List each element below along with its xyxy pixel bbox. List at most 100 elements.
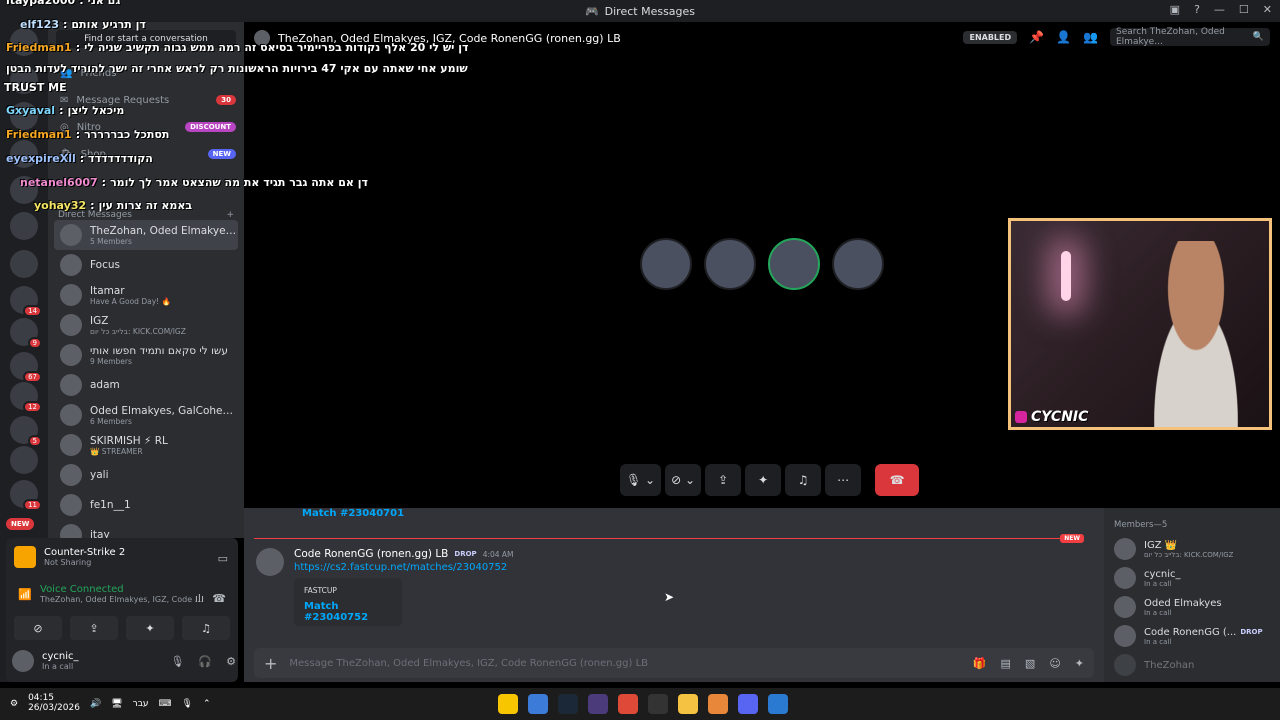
server-icon[interactable] [10,66,38,94]
create-dm-icon[interactable]: + [226,210,234,220]
settings-icon[interactable]: ⚙ [10,699,18,709]
camera-button[interactable]: ⊘ ⌄ [665,464,702,496]
discord-icon[interactable] [738,694,758,714]
pin-icon[interactable]: 📌 [1029,30,1044,44]
activities-button[interactable]: ✦ [745,464,782,496]
member-item[interactable]: Oded Elmakyes In a call [1114,596,1274,618]
server-icon[interactable]: 5 [10,416,42,447]
server-icon[interactable]: 12 [10,382,42,413]
nav-item-shop[interactable]: 🛍 Shop NEW [56,143,236,165]
minimize-button[interactable]: — [1214,3,1225,16]
notepad-icon[interactable] [528,694,548,714]
dm-item[interactable]: Itamar Have A Good Day! 🔥 [54,280,238,310]
server-icon[interactable] [10,250,38,278]
find-conversation-input[interactable]: Find or start a conversation [56,30,236,48]
avatar[interactable] [256,548,284,576]
gif-icon[interactable]: ▤ [1001,657,1011,670]
screen-share-button[interactable]: ⇪ [70,616,118,640]
server-icon[interactable] [10,102,38,130]
user-info[interactable]: cycnic_ In a call 🎙 🎧 ⚙ [12,650,236,672]
members-icon[interactable]: 👥 [1083,30,1098,44]
windows-icon[interactable] [768,694,788,714]
member-item[interactable]: cycnic_ In a call [1114,567,1274,589]
participant-avatar[interactable] [768,238,820,290]
server-icon[interactable] [10,212,38,240]
language-indicator[interactable]: עבר [133,699,149,709]
app-icon[interactable] [588,694,608,714]
participant-avatar[interactable] [832,238,884,290]
soundboard-button[interactable]: ♫ [785,464,822,496]
help-icon[interactable]: ? [1194,3,1200,16]
keyboard-icon[interactable]: ⌨ [159,699,172,709]
server-icon[interactable] [10,28,38,56]
participant-avatar[interactable] [640,238,692,290]
gift-icon[interactable]: 🎁 [973,657,987,670]
gear-icon[interactable]: ⚙ [226,655,236,668]
voice-connected[interactable]: 📶 Voice Connected TheZohan, Oded Elmakye… [14,584,202,604]
app-icon[interactable] [498,694,518,714]
mic-tray-icon[interactable]: 🎙 [182,699,193,709]
sticker-icon[interactable]: ▧ [1025,657,1035,670]
server-icon[interactable] [10,446,38,474]
inbox-icon[interactable]: ▣ [1170,3,1180,16]
camera-off-button[interactable]: ⊘ [14,616,62,640]
new-servers-badge[interactable]: NEW [6,518,35,530]
dm-item[interactable]: עשו לי סקאם ותמיד חפשו אותי 9 Members [54,340,238,370]
participant-avatar[interactable] [704,238,756,290]
apps-icon[interactable]: ✦ [1075,657,1084,670]
prev-embed-title[interactable]: Match #23040701 [302,508,404,519]
embed-title[interactable]: Match #23040752 [304,601,392,623]
member-item[interactable]: IGZ 👑 בלייב כל יום: KICK.COM/IGZ [1114,538,1274,560]
steam-icon[interactable] [558,694,578,714]
add-friend-icon[interactable]: 👤 [1056,30,1071,44]
nav-item-message-requests[interactable]: ✉ Message Requests 30 [56,89,236,111]
dm-item[interactable]: SKIRMISH ⚡ RL 👑 STREAMER [54,430,238,460]
screen-share-button[interactable]: ⇪ [705,464,742,496]
attach-icon[interactable]: + [264,654,277,673]
more-button[interactable]: ⋯ [825,464,862,496]
folder-icon[interactable] [678,694,698,714]
enabled-badge[interactable]: ENABLED [963,30,1018,44]
hang-up-button[interactable]: ☎ [875,464,920,496]
epic-icon[interactable] [648,694,668,714]
clock[interactable]: 04:15 26/03/2026 [28,693,80,714]
app-icon[interactable] [708,694,728,714]
message-author[interactable]: Code RonenGG (ronen.gg) LB [294,548,448,560]
server-icon[interactable]: 14 [10,286,42,317]
dm-item[interactable]: Oded Elmakyes, GalCohen, SK...6 Members [54,400,238,430]
soundboard-button[interactable]: ♫ [182,616,230,640]
dm-item[interactable]: TheZohan, Oded Elmakyes, IGZ...5 Members [54,220,238,250]
noise-suppression-icon[interactable]: ılı [195,592,204,605]
message-input[interactable]: Message TheZohan, Oded Elmakyes, IGZ, Co… [289,658,960,669]
member-item[interactable]: TheZohan [1114,654,1274,676]
chevron-up-icon[interactable]: ⌃ [203,699,211,709]
server-icon[interactable] [10,176,38,204]
server-icon[interactable]: 67 [10,352,42,383]
close-button[interactable]: ✕ [1263,3,1272,16]
volume-icon[interactable]: 🔊 [90,699,101,709]
share-screen-icon[interactable]: ▭ [218,552,228,565]
dm-item[interactable]: fe1n__1 [54,490,238,520]
dm-item[interactable]: IGZ בלייב כל יום: KICK.COM/IGZ [54,310,238,340]
message-link[interactable]: https://cs2.fastcup.net/matches/23040752 [294,562,514,573]
activity-status[interactable]: Counter-Strike 2 Not Sharing [14,546,125,568]
emoji-icon[interactable]: ☺ [1049,657,1060,670]
dm-item[interactable]: adam [54,370,238,400]
nav-item-nitro[interactable]: ◎ Nitro DISCOUNT [56,116,236,138]
dm-item[interactable]: yali [54,460,238,490]
mute-button[interactable]: 🎙 ⌄ [620,464,662,496]
dm-item[interactable]: Focus [54,250,238,280]
maximize-button[interactable]: ☐ [1239,3,1249,16]
headphones-icon[interactable]: 🎧 [198,655,212,668]
server-icon[interactable]: 9 [10,318,42,349]
network-icon[interactable]: 🖥 [111,699,122,709]
message-composer[interactable]: + Message TheZohan, Oded Elmakyes, IGZ, … [254,648,1094,678]
search-input[interactable]: Search TheZohan, Oded Elmakye... 🔍 [1110,27,1270,47]
disconnect-icon[interactable]: ☎ [212,592,226,605]
microphone-icon[interactable]: 🎙 [170,655,184,668]
member-item[interactable]: Code RonenGG (... DROP In a call [1114,625,1274,647]
server-icon[interactable]: 11 [10,480,42,511]
activities-button[interactable]: ✦ [126,616,174,640]
chrome-icon[interactable] [618,694,638,714]
server-icon[interactable] [10,140,38,168]
